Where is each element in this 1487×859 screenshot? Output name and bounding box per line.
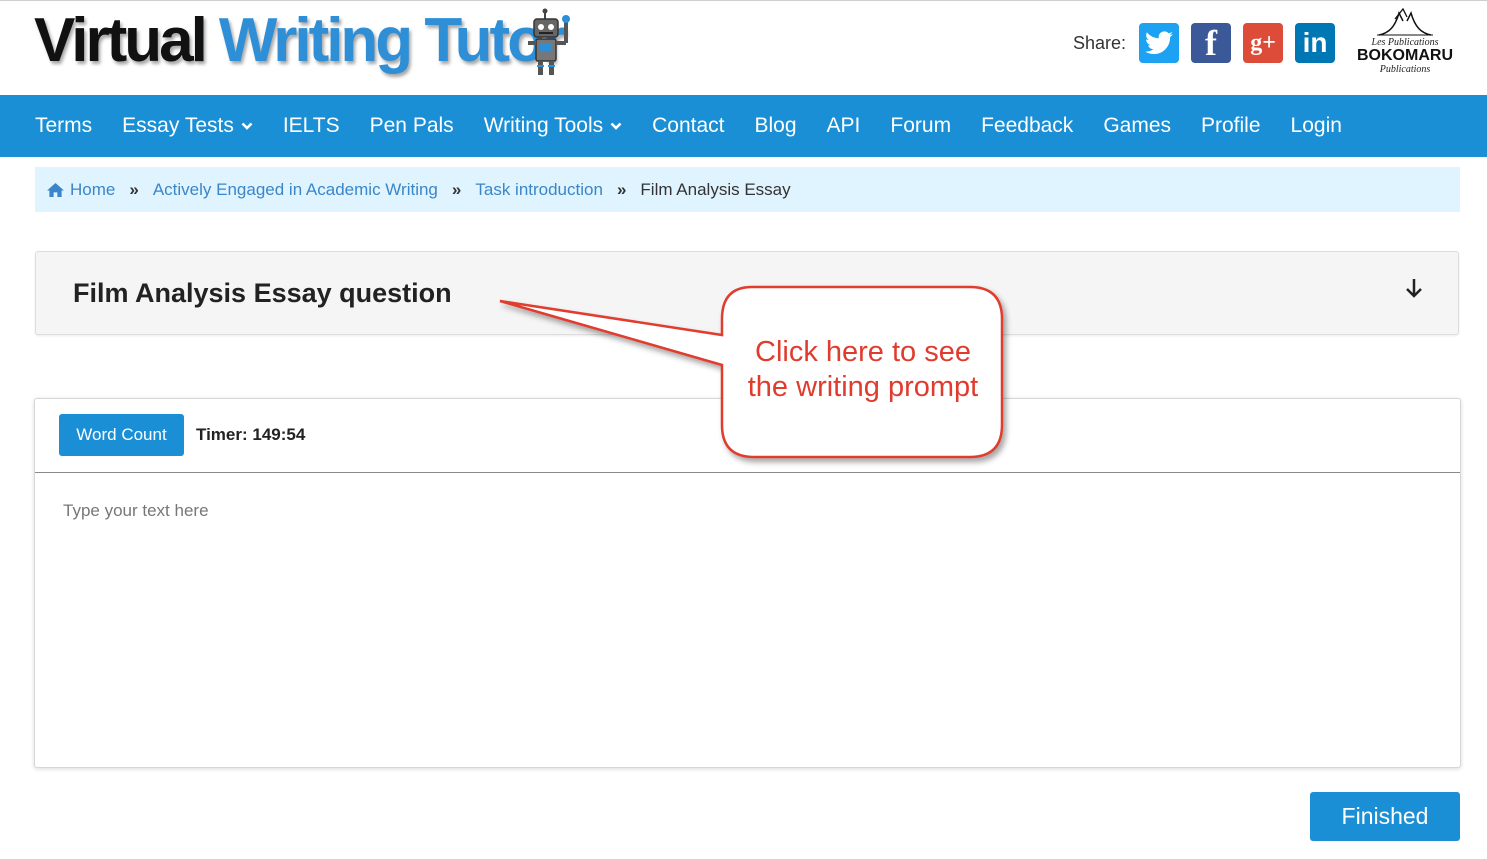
site-logo[interactable]: Virtual Writing Tutor xyxy=(34,5,566,85)
nav-label: Login xyxy=(1290,114,1342,137)
nav-item-profile[interactable]: Profile xyxy=(1201,114,1261,138)
logo-word-writing-tutor: Writing Tutor xyxy=(218,6,566,75)
linkedin-glyph: in xyxy=(1302,27,1328,58)
main-nav: Terms Essay Tests IELTS Pen Pals Writing… xyxy=(0,95,1487,157)
breadcrumb-separator: » xyxy=(451,179,462,199)
accordion-title: Film Analysis Essay question xyxy=(73,278,452,308)
google-plus-icon[interactable]: g+ xyxy=(1243,23,1284,63)
nav-item-login[interactable]: Login xyxy=(1291,114,1342,138)
chevron-down-icon xyxy=(241,122,253,130)
breadcrumb-current: Film Analysis Essay xyxy=(640,179,791,199)
breadcrumb-item[interactable]: Task introduction xyxy=(475,180,603,200)
facebook-icon[interactable]: f xyxy=(1191,23,1232,63)
breadcrumb: Home » Actively Engaged in Academic Writ… xyxy=(35,167,1460,212)
nav-item-essay-tests[interactable]: Essay Tests xyxy=(122,114,253,138)
nav-label: Contact xyxy=(652,114,725,137)
nav-item-api[interactable]: API xyxy=(827,114,861,138)
breadcrumb-separator: » xyxy=(129,179,139,199)
robot-icon xyxy=(528,8,570,75)
nav-item-writing-tools[interactable]: Writing Tools xyxy=(484,114,622,138)
share-label: Share: xyxy=(1073,32,1127,53)
nav-item-pen-pals[interactable]: Pen Pals xyxy=(370,114,454,138)
finished-button[interactable]: Finished xyxy=(1310,792,1460,841)
nav-label: Writing Tools xyxy=(483,114,604,137)
nav-item-forum[interactable]: Forum xyxy=(890,114,951,138)
google-plus-glyph: g+ xyxy=(1250,29,1276,56)
breadcrumb-home[interactable]: Home xyxy=(70,180,115,200)
publisher-line3: Publications xyxy=(1379,64,1431,75)
nav-item-contact[interactable]: Contact xyxy=(652,114,724,138)
nav-label: Games xyxy=(1103,114,1171,137)
logo-word-virtual: Virtual xyxy=(34,6,208,75)
linkedin-icon[interactable]: in xyxy=(1295,23,1336,63)
publisher-name: BOKOMARU xyxy=(1357,47,1453,64)
home-icon[interactable] xyxy=(46,182,65,198)
chevron-down-icon xyxy=(610,122,622,130)
callout-line2: the writing prompt xyxy=(747,371,979,403)
callout-text: Click here to see the writing prompt xyxy=(733,335,993,405)
timer: Timer: 149:54 xyxy=(196,425,306,444)
nav-label: Feedback xyxy=(981,114,1074,137)
nav-label: Profile xyxy=(1201,114,1261,137)
publisher-logo[interactable]: Les Publications BOKOMARU Publications xyxy=(1355,7,1455,89)
breadcrumb-item[interactable]: Actively Engaged in Academic Writing xyxy=(153,180,438,200)
facebook-glyph: f xyxy=(1205,23,1218,63)
nav-item-ielts[interactable]: IELTS xyxy=(283,114,340,138)
nav-label: Blog xyxy=(754,114,797,137)
word-count-button[interactable]: Word Count xyxy=(59,414,184,456)
share-bar: Share: f g+ in xyxy=(1073,23,1347,63)
nav-item-blog[interactable]: Blog xyxy=(755,114,797,138)
breadcrumb-separator: » xyxy=(616,179,627,199)
essay-textarea[interactable] xyxy=(35,473,1460,767)
twitter-icon[interactable] xyxy=(1139,23,1180,63)
site-header: Virtual Writing Tutor Share: f g+ in Les… xyxy=(0,1,1487,95)
nav-item-feedback[interactable]: Feedback xyxy=(981,114,1073,138)
callout-line1: Click here to see xyxy=(755,336,971,368)
nav-label: Terms xyxy=(35,114,93,137)
nav-item-games[interactable]: Games xyxy=(1103,114,1171,138)
nav-label: Essay Tests xyxy=(122,114,234,137)
nav-label: API xyxy=(826,114,861,137)
nav-label: IELTS xyxy=(282,114,340,137)
nav-label: Pen Pals xyxy=(369,114,454,137)
nav-label: Forum xyxy=(890,114,952,137)
nav-item-terms[interactable]: Terms xyxy=(35,114,92,138)
arrow-down-icon xyxy=(1406,279,1422,298)
publisher-mark-icon xyxy=(1377,7,1433,36)
